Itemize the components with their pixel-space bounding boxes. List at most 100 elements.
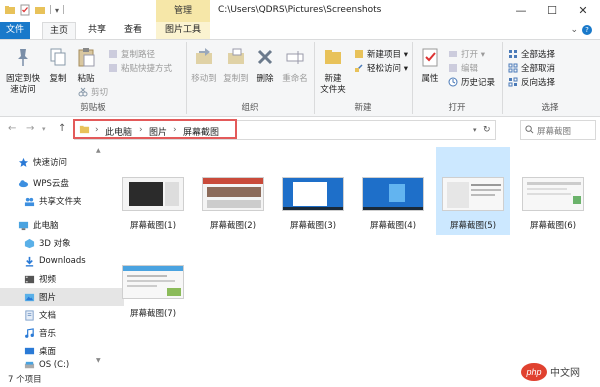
nav-item-music[interactable]: 音乐: [0, 324, 124, 342]
file-thumbnail[interactable]: 屏幕截图(7): [116, 235, 190, 323]
new-item-button[interactable]: 新建项目 ▾: [354, 48, 408, 60]
copy-path-button[interactable]: 复制路径: [108, 48, 155, 60]
easy-access-icon: [355, 64, 363, 72]
recent-dropdown-icon[interactable]: ▾: [42, 125, 46, 133]
file-thumbnail-selected[interactable]: 屏幕截图(5): [436, 147, 510, 235]
desktop-icon: [24, 347, 35, 354]
nav-item-videos[interactable]: 视频: [0, 270, 124, 288]
nav-item-drive-c[interactable]: OS (C:): [0, 360, 124, 370]
new-folder-icon[interactable]: [34, 4, 46, 16]
file-thumbnail[interactable]: 屏幕截图(4): [356, 147, 430, 235]
paste-button[interactable]: 粘贴: [74, 46, 98, 85]
invert-selection-button[interactable]: 反向选择: [508, 76, 555, 88]
file-thumbnail[interactable]: 屏幕截图(2): [196, 147, 270, 235]
file-thumbnail[interactable]: 屏幕截图(1): [116, 147, 190, 235]
move-to-label: 移动到: [191, 74, 217, 84]
back-arrow-icon[interactable]: ←: [8, 123, 16, 134]
nav-label: 桌面: [39, 347, 57, 357]
pin-icon: [18, 49, 28, 66]
php-logo-icon: php 中文网: [521, 363, 580, 381]
select-all-button[interactable]: 全部选择: [508, 48, 555, 60]
move-to-button[interactable]: 移动到: [190, 46, 218, 85]
up-arrow-icon[interactable]: ↑: [58, 123, 66, 134]
properties-check-icon[interactable]: [19, 4, 31, 16]
file-view: 屏幕截图(1) 屏幕截图(2) 屏幕截图(3) 屏幕截图(4) 屏幕截图(5): [108, 147, 600, 369]
scroll-up-icon[interactable]: ▲: [96, 147, 101, 154]
refresh-icon[interactable]: ↻: [483, 125, 491, 135]
copy-button[interactable]: 复制: [46, 46, 70, 85]
nav-label: OS (C:): [39, 360, 70, 370]
nav-item-3d-objects[interactable]: 3D 对象: [0, 234, 124, 252]
tab-view[interactable]: 查看: [118, 22, 148, 39]
ribbon-collapse-icon[interactable]: ⌄: [570, 25, 578, 35]
invert-selection-icon: [508, 77, 518, 87]
pin-quick-access-button[interactable]: 固定到快 速访问: [4, 46, 42, 96]
edit-button[interactable]: 编辑: [448, 62, 478, 74]
scissors-icon: [78, 87, 88, 97]
group-label-select: 选择: [541, 103, 559, 113]
tab-picture-tools[interactable]: 图片工具: [158, 22, 208, 39]
delete-button[interactable]: 删除: [254, 46, 276, 85]
scroll-down-icon[interactable]: ▼: [96, 357, 101, 364]
new-item-icon: [355, 50, 363, 58]
drive-icon: [24, 361, 35, 368]
svg-text:php: php: [525, 367, 541, 377]
forward-arrow-icon[interactable]: →: [26, 123, 34, 134]
quick-access-toolbar: | ▾ |: [4, 4, 65, 16]
paste-shortcut-button[interactable]: 粘贴快捷方式: [108, 62, 172, 74]
rename-button[interactable]: 重命名: [280, 46, 310, 85]
select-none-button[interactable]: 全部取消: [508, 62, 555, 74]
address-dropdown-icon[interactable]: ▾: [473, 126, 477, 134]
nav-scrollbar[interactable]: ▲ ▼: [96, 147, 102, 367]
cloud-icon: [18, 179, 29, 187]
file-thumbnail[interactable]: 屏幕截图(3): [276, 147, 350, 235]
close-button[interactable]: ✕: [568, 0, 598, 22]
help-icon[interactable]: ?: [582, 25, 592, 35]
nav-label: 文档: [39, 311, 57, 321]
cut-button[interactable]: 剪切: [78, 86, 108, 98]
group-organize: 移动到 复制到 删除 重命名 组织: [186, 42, 315, 114]
thumbnail-image: [122, 265, 184, 299]
nav-item-shared-folder[interactable]: 共享文件夹: [0, 192, 124, 210]
nav-item-documents[interactable]: 文档: [0, 306, 124, 324]
search-placeholder: 屏幕截图: [537, 127, 572, 137]
new-item-label: 新建项目 ▾: [367, 50, 408, 60]
delete-label: 删除: [256, 74, 274, 84]
qat-dropdown-icon[interactable]: ▾: [55, 6, 59, 15]
context-tab-manage[interactable]: 管理: [156, 0, 210, 22]
copy-path-label: 复制路径: [121, 50, 156, 60]
group-label-clipboard: 剪贴板: [80, 103, 106, 113]
nav-label: 图片: [39, 293, 57, 303]
search-input[interactable]: 屏幕截图: [520, 120, 596, 140]
ribbon: 固定到快 速访问 复制 粘贴 复制路径 粘贴快捷方式 剪切 剪贴板 移动到 复制…: [0, 39, 600, 117]
properties-button[interactable]: 属性: [416, 46, 444, 85]
nav-item-downloads[interactable]: Downloads: [0, 252, 124, 270]
window-title: C:\Users\QDRS\Pictures\Screenshots: [218, 5, 382, 15]
file-thumbnail[interactable]: 屏幕截图(6): [516, 147, 590, 235]
properties-label: 属性: [421, 74, 439, 84]
file-name: 屏幕截图(3): [289, 221, 337, 231]
documents-icon: [25, 309, 34, 321]
minimize-button[interactable]: —: [506, 0, 536, 22]
tab-home[interactable]: 主页: [42, 22, 76, 39]
tab-share[interactable]: 共享: [82, 22, 112, 39]
new-folder-button[interactable]: 新建 文件夹: [316, 46, 350, 96]
copy-to-button[interactable]: 复制到: [222, 46, 250, 85]
nav-item-pictures[interactable]: 图片: [0, 288, 124, 306]
group-select: 全部选择 全部取消 反向选择 选择: [502, 42, 598, 114]
status-bar: 7 个项目: [0, 371, 600, 387]
thumbnail-image: [202, 177, 264, 211]
select-all-icon: [509, 50, 517, 58]
easy-access-label: 轻松访问 ▾: [367, 64, 408, 74]
nav-item-desktop[interactable]: 桌面: [0, 342, 124, 360]
shared-folder-icon: [24, 197, 35, 206]
move-to-icon: [196, 48, 212, 64]
tab-file[interactable]: 文件: [0, 22, 30, 39]
navigation-pane: 快速访问 WPS云盘 共享文件夹 此电脑 3D 对象 Downloads 视频 …: [0, 147, 124, 370]
new-folder-label: 新建 文件夹: [320, 74, 346, 95]
open-button[interactable]: 打开 ▾: [448, 48, 485, 60]
easy-access-button[interactable]: 轻松访问 ▾: [354, 62, 408, 74]
maximize-button[interactable]: ☐: [537, 0, 567, 22]
history-button[interactable]: 历史记录: [448, 76, 495, 88]
highlight-box: [73, 119, 237, 139]
